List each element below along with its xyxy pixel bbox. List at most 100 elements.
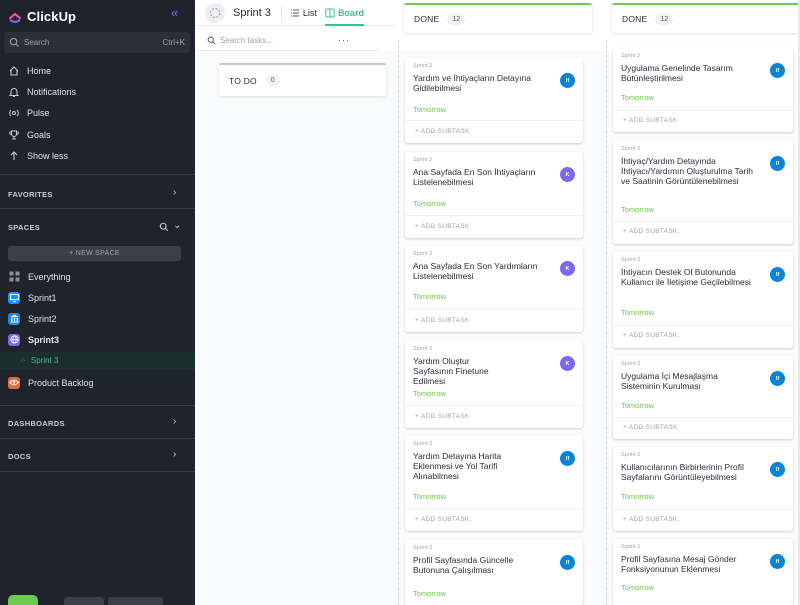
- footer-button[interactable]: [108, 597, 163, 605]
- footer-button[interactable]: [64, 597, 104, 605]
- space-everything[interactable]: Everything: [8, 270, 71, 283]
- space-sprint1[interactable]: Sprint1: [8, 291, 57, 304]
- due-date[interactable]: Tomorrow: [413, 292, 446, 301]
- space-product-backlog[interactable]: Product Backlog: [8, 376, 94, 389]
- task-card[interactable]: Sprint 3 Profil Sayfasında Güncelle Buto…: [405, 540, 583, 605]
- task-card[interactable]: Sprint 3 İhtiyacın Destek Ol Butonunda K…: [613, 252, 793, 348]
- task-card[interactable]: Sprint 3 İhtiyaç/Yardım Detayında İhtiya…: [613, 141, 793, 244]
- card-title[interactable]: Yardım ve İhtiyaçların Detayına Gidilebi…: [413, 73, 551, 93]
- avatar[interactable]: lf: [770, 267, 785, 282]
- due-date[interactable]: Tomorrow: [621, 205, 654, 214]
- avatar[interactable]: K: [560, 261, 575, 276]
- docs-title[interactable]: DOCS: [8, 452, 31, 461]
- column-header-todo[interactable]: TO DO 0: [219, 63, 386, 96]
- add-subtask-button[interactable]: + ADD SUBTASK: [415, 223, 470, 230]
- tab-label: List: [302, 7, 317, 18]
- card-title[interactable]: Kullanıcılarının Birbirlerinin Profil Sa…: [621, 462, 766, 482]
- divider: [613, 221, 793, 222]
- task-card[interactable]: Sprint 3 Profil Sayfasına Mesaj Gönder F…: [613, 539, 793, 605]
- avatar[interactable]: [8, 595, 38, 605]
- bell-icon: [8, 88, 20, 97]
- task-card[interactable]: Sprint 3 Yardım Oluştur Sayfasının Finet…: [405, 341, 583, 428]
- favorites-title[interactable]: FAVORITES: [8, 190, 53, 199]
- task-card[interactable]: Sprint 3 Uygulama İçi Mesajlaşma Sistemi…: [613, 356, 793, 439]
- task-card[interactable]: Sprint 3 Yardım Detayına Harita Eklenmes…: [405, 436, 583, 531]
- card-title[interactable]: Yardım Oluştur Sayfasının Finetune Edilm…: [413, 356, 508, 386]
- due-date[interactable]: Tomorrow: [621, 401, 654, 410]
- nav-pulse[interactable]: Pulse: [8, 106, 50, 120]
- avatar[interactable]: lf: [560, 451, 575, 466]
- add-subtask-button[interactable]: + ADD SUBTASK: [623, 516, 678, 523]
- card-title[interactable]: Uygulama İçi Mesajlaşma Sisteminin Kurul…: [621, 371, 741, 391]
- task-card[interactable]: Sprint 3 Kullanıcılarının Birbirlerinin …: [613, 447, 793, 531]
- sidebar-search[interactable]: Search Ctrl+K: [4, 32, 190, 53]
- search-icon[interactable]: [159, 222, 169, 232]
- avatar[interactable]: K: [560, 167, 575, 182]
- tab-board[interactable]: Board: [324, 0, 364, 26]
- task-card[interactable]: Sprint 3 Ana Sayfada En Son Yardımların …: [405, 246, 583, 332]
- due-date[interactable]: Tomorrow: [621, 492, 654, 501]
- due-date[interactable]: Tomorrow: [413, 492, 446, 501]
- card-title[interactable]: İhtiyacın Destek Ol Butonunda Kullanıcı …: [621, 267, 756, 287]
- add-subtask-button[interactable]: + ADD SUBTASK: [415, 516, 470, 523]
- space-sprint3[interactable]: Sprint3: [8, 333, 59, 346]
- task-card[interactable]: Sprint 3 Uygulama Genelinde Tasarım Bütü…: [613, 48, 793, 132]
- dashboards-title[interactable]: DASHBOARDS: [8, 419, 65, 428]
- column-header-done[interactable]: DONE 12: [404, 3, 592, 33]
- chevron-right-icon[interactable]: ›: [173, 416, 176, 427]
- list-icon: [290, 9, 299, 16]
- chevron-right-icon[interactable]: ›: [173, 187, 176, 198]
- card-title[interactable]: Uygulama Genelinde Tasarım Bütünleştiril…: [621, 63, 751, 83]
- add-subtask-button[interactable]: + ADD SUBTASK: [623, 228, 678, 235]
- avatar[interactable]: lf: [770, 554, 785, 569]
- add-subtask-button[interactable]: + ADD SUBTASK: [623, 117, 678, 124]
- task-search[interactable]: Search tasks... ···: [195, 30, 380, 50]
- nav-home[interactable]: Home: [8, 64, 51, 78]
- card-title[interactable]: Profil Sayfasında Güncelle Butonuna Çalı…: [413, 555, 533, 575]
- spaces-title[interactable]: SPACES: [8, 223, 40, 232]
- card-list-name: Sprint 3: [621, 544, 640, 550]
- card-list-name: Sprint 3: [413, 63, 432, 69]
- card-title[interactable]: İhtiyaç/Yardım Detayında İhtiyacı/Yardım…: [621, 156, 756, 186]
- card-title[interactable]: Yardım Detayına Harita Eklenmesi ve Yol …: [413, 451, 523, 481]
- chevron-right-icon[interactable]: ›: [173, 449, 176, 460]
- add-subtask-button[interactable]: + ADD SUBTASK: [415, 317, 470, 324]
- card-title[interactable]: Ana Sayfada En Son Yardımların Listelene…: [413, 261, 551, 281]
- due-date[interactable]: Tomorrow: [413, 589, 446, 598]
- due-date[interactable]: Tomorrow: [413, 199, 446, 208]
- due-date[interactable]: Tomorrow: [621, 308, 654, 317]
- task-card[interactable]: Sprint 3 Ana Sayfada En Son İhtiyaçların…: [405, 152, 583, 238]
- loading-circle-icon[interactable]: [205, 2, 225, 23]
- due-date[interactable]: Tomorrow: [413, 389, 446, 398]
- avatar[interactable]: lf: [770, 156, 785, 171]
- double-chevron-left-icon[interactable]: «: [171, 5, 178, 20]
- avatar[interactable]: K: [560, 356, 575, 371]
- nav-show-less[interactable]: Show less: [8, 149, 68, 163]
- due-date[interactable]: Tomorrow: [621, 583, 654, 592]
- brand[interactable]: ClickUp: [8, 6, 76, 26]
- avatar[interactable]: lf: [770, 462, 785, 477]
- task-card[interactable]: Sprint 3 Yardım ve İhtiyaçların Detayına…: [405, 58, 583, 143]
- add-subtask-button[interactable]: + ADD SUBTASK: [415, 413, 470, 420]
- due-date[interactable]: Tomorrow: [621, 93, 654, 102]
- list-sprint-3[interactable]: ⁘ Sprint 3: [20, 356, 58, 365]
- nav-goals[interactable]: Goals: [8, 128, 51, 142]
- space-sprint2[interactable]: Sprint2: [8, 312, 57, 325]
- avatar[interactable]: lf: [560, 555, 575, 570]
- card-title[interactable]: Ana Sayfada En Son İhtiyaçların Listelen…: [413, 167, 551, 187]
- new-space-button[interactable]: + NEW SPACE: [8, 246, 181, 261]
- column-header-done[interactable]: DONE 12: [612, 3, 800, 33]
- avatar[interactable]: lf: [770, 63, 785, 78]
- chevron-down-icon[interactable]: ⌄: [173, 220, 181, 231]
- due-date[interactable]: Tomorrow: [413, 105, 446, 114]
- avatar[interactable]: lf: [770, 371, 785, 386]
- avatar[interactable]: lf: [560, 73, 575, 88]
- add-subtask-button[interactable]: + ADD SUBTASK: [415, 128, 470, 135]
- nav-notifications[interactable]: Notifications: [8, 85, 76, 99]
- card-title[interactable]: Profil Sayfasına Mesaj Gönder Fonksiyonu…: [621, 554, 741, 574]
- add-subtask-button[interactable]: + ADD SUBTASK: [623, 424, 678, 431]
- add-subtask-button[interactable]: + ADD SUBTASK: [623, 332, 678, 339]
- more-options-icon[interactable]: ···: [338, 35, 350, 45]
- tab-list[interactable]: List: [290, 0, 317, 26]
- nav-label: Pulse: [27, 108, 50, 118]
